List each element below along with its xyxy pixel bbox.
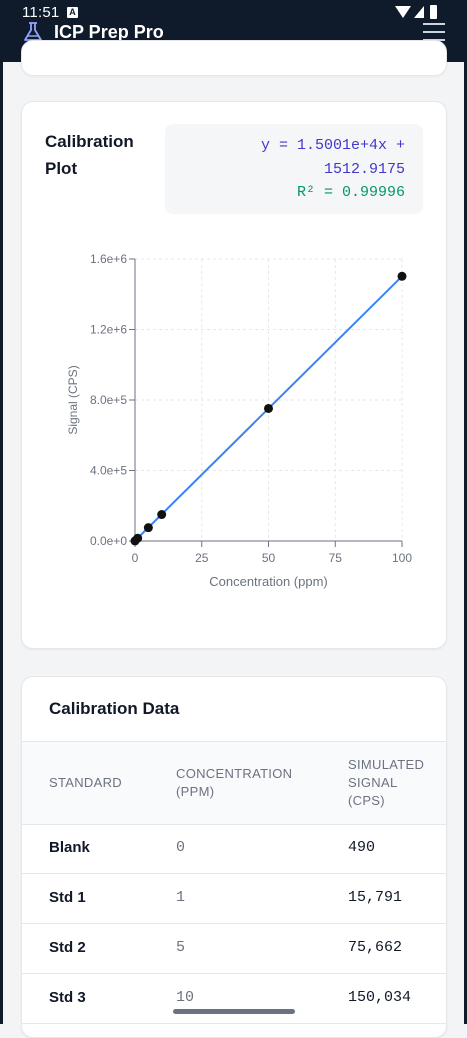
header-signal: SIMULATED SIGNAL (CPS) bbox=[348, 756, 424, 810]
data-point bbox=[133, 533, 143, 543]
hamburger-menu-icon[interactable] bbox=[423, 22, 445, 42]
y-tick-label: 8.0e+5 bbox=[90, 393, 127, 407]
battery-icon bbox=[430, 5, 437, 19]
y-tick-label: 4.0e+5 bbox=[90, 464, 127, 478]
x-axis-label: Concentration (ppm) bbox=[209, 574, 328, 589]
y-axis-label: Signal (CPS) bbox=[66, 365, 80, 434]
calibration-data-card: Calibration Data STANDARD CONCENTRATION … bbox=[21, 676, 447, 1038]
calibration-plot-card: Calibration Plot y = 1.5001e+4x + 1512.9… bbox=[21, 101, 447, 649]
data-title: Calibration Data bbox=[49, 699, 180, 718]
data-point bbox=[264, 403, 273, 413]
data-point bbox=[157, 510, 167, 520]
header-signal-line2: SIGNAL bbox=[348, 775, 398, 790]
y-tick-label: 1.6e+6 bbox=[90, 252, 127, 266]
header-signal-line3: (CPS) bbox=[348, 793, 385, 808]
r-squared: R² = 0.99996 bbox=[296, 184, 405, 201]
cell-concentration: 10 bbox=[176, 989, 195, 1006]
y-tick-label: 0.0e+0 bbox=[90, 534, 127, 548]
x-tick-label: 0 bbox=[132, 551, 139, 565]
table-row: Std 3 10 150,034 bbox=[22, 973, 446, 1024]
data-point bbox=[397, 271, 407, 281]
header-concentration-line1: CONCENTRATION bbox=[176, 766, 293, 781]
x-tick-label: 75 bbox=[329, 551, 343, 565]
status-icons bbox=[395, 5, 437, 19]
cell-signal: 150,034 bbox=[348, 989, 412, 1006]
cell-concentration: 5 bbox=[176, 939, 186, 956]
wifi-icon bbox=[395, 6, 411, 18]
table-row: Std 1 1 15,791 bbox=[22, 873, 446, 924]
table-row: Std 2 5 75,662 bbox=[22, 923, 446, 974]
regression-equation: y = 1.5001e+4x + 1512.9175 bbox=[260, 137, 405, 178]
home-indicator[interactable] bbox=[173, 1009, 295, 1014]
cell-signal: 75,662 bbox=[348, 939, 403, 956]
y-tick-label: 1.2e+6 bbox=[90, 323, 127, 337]
status-time: 11:51 bbox=[22, 4, 60, 21]
calibration-chart: 0 25 50 75 100 0.0e+0 4.0e+5 8.0e+5 1.2e+6 1.6e+6… bbox=[66, 252, 412, 589]
cell-standard: Std 3 bbox=[49, 989, 86, 1006]
cell-standard: Std 2 bbox=[49, 939, 86, 956]
x-tick-label: 50 bbox=[262, 551, 276, 565]
cell-standard: Std 1 bbox=[49, 889, 86, 906]
header-concentration-line2: (PPM) bbox=[176, 784, 215, 799]
cell-signal: 490 bbox=[348, 839, 376, 856]
x-tick-label: 100 bbox=[392, 551, 412, 565]
cell-signal: 15,791 bbox=[348, 889, 403, 906]
table-row: Blank 0 490 bbox=[22, 823, 446, 874]
cell-concentration: 1 bbox=[176, 889, 186, 906]
notification-icon: A bbox=[67, 7, 78, 18]
regression-box: y = 1.5001e+4x + 1512.9175 R² = 0.99996 bbox=[165, 124, 423, 214]
table-header: STANDARD CONCENTRATION (PPM) SIMULATED S… bbox=[22, 741, 446, 825]
screen-edge-left bbox=[0, 62, 3, 1024]
data-point bbox=[143, 523, 153, 533]
cell-concentration: 0 bbox=[176, 839, 186, 856]
plot-title: Calibration Plot bbox=[45, 132, 134, 178]
header-signal-line1: SIMULATED bbox=[348, 757, 425, 772]
cell-signal-icon bbox=[414, 6, 424, 18]
cell-standard: Blank bbox=[49, 839, 90, 856]
x-tick-label: 25 bbox=[195, 551, 209, 565]
header-concentration: CONCENTRATION (PPM) bbox=[176, 765, 292, 801]
previous-card bbox=[21, 40, 447, 76]
header-standard: STANDARD bbox=[49, 775, 122, 790]
